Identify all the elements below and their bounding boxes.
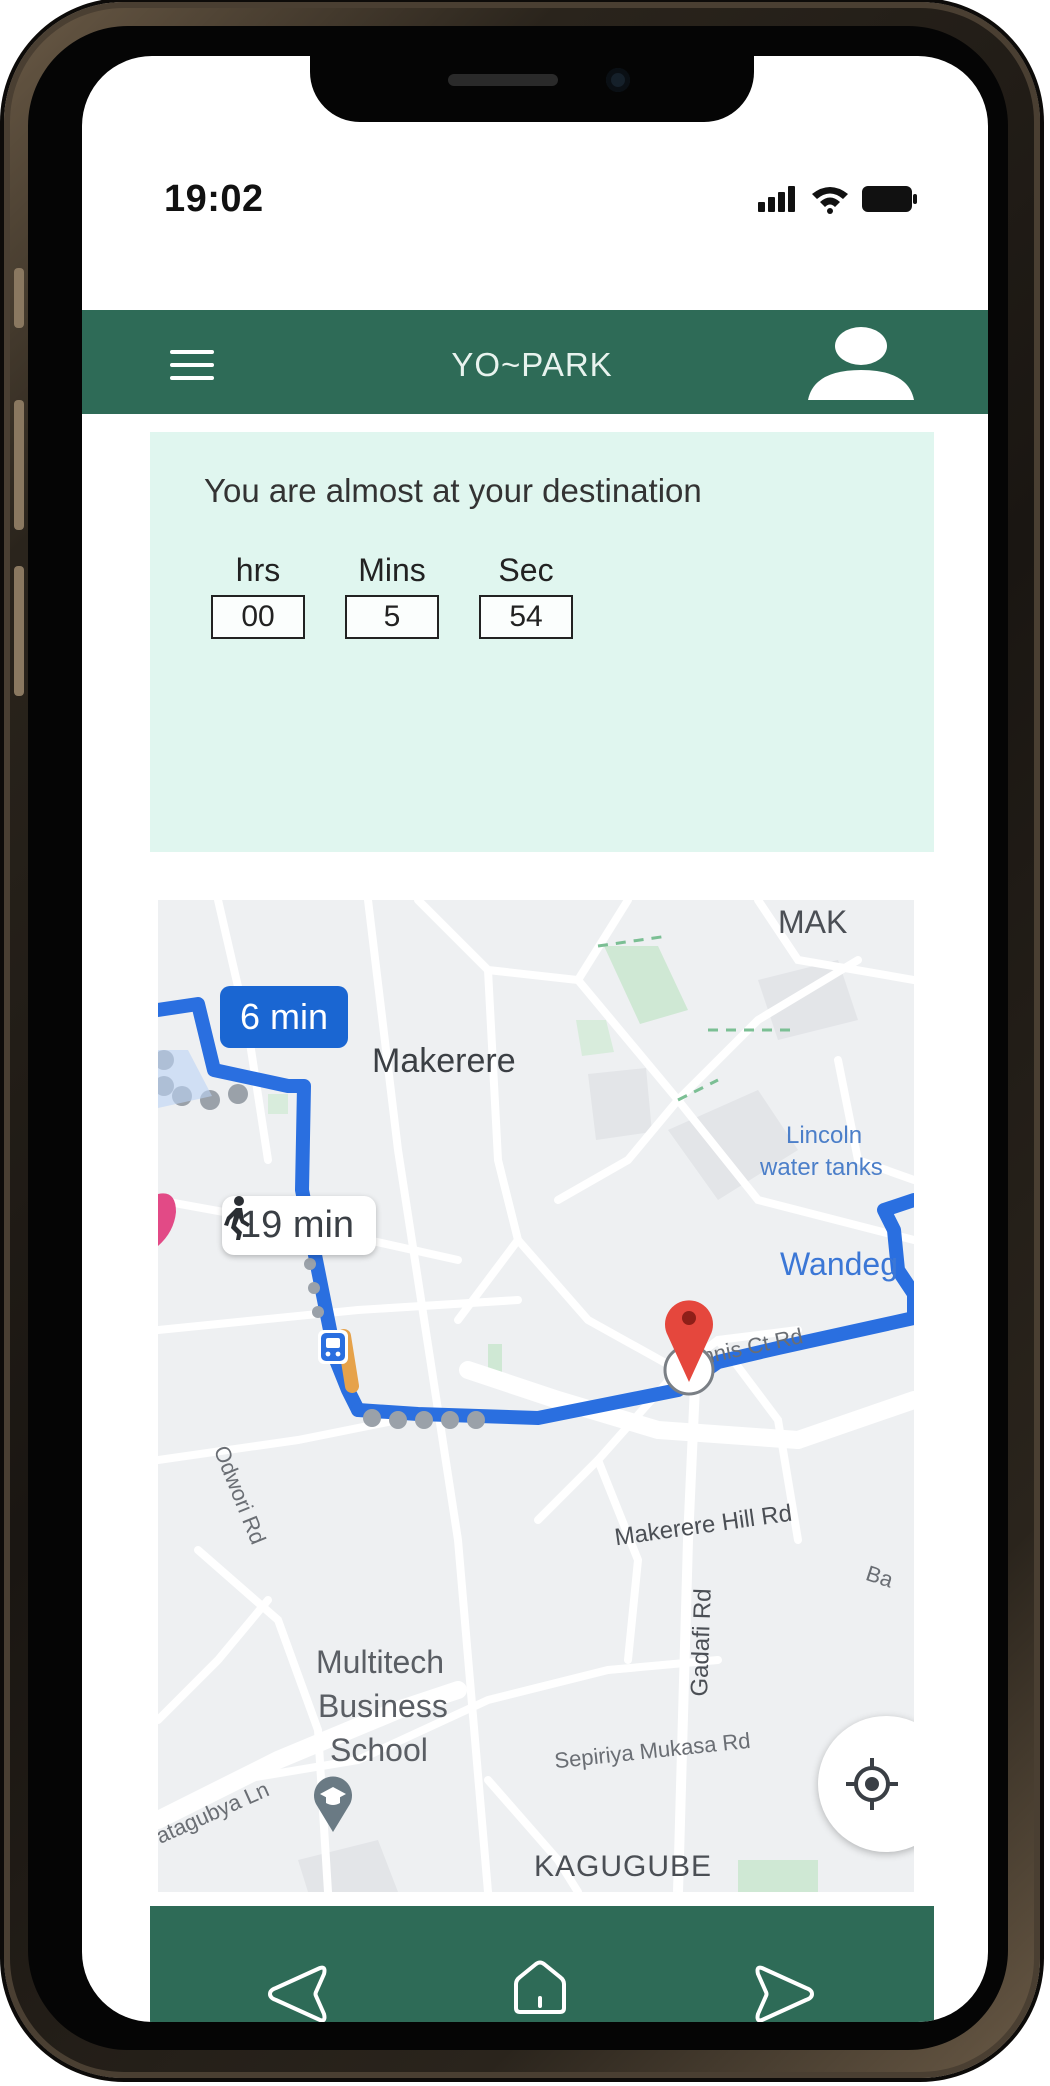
my-location-icon (846, 1758, 898, 1810)
map-base (158, 900, 914, 1892)
drive-eta-badge[interactable]: 6 min (220, 986, 349, 1048)
status-time: 19:02 (164, 178, 264, 220)
phone-side-button (14, 566, 24, 696)
destination-pin-icon[interactable] (654, 1286, 724, 1396)
timer-hours-label: hrs (235, 552, 281, 588)
walk-eta-text: 19 min (240, 1204, 355, 1246)
app-title: YO~PARK (451, 346, 613, 383)
map-label-lincoln: Lincoln (786, 1122, 863, 1149)
phone-notch (310, 56, 754, 122)
school-pin-icon[interactable] (312, 1774, 354, 1832)
map-label-wandegeya: Wandeg (780, 1246, 898, 1282)
battery-icon (862, 186, 917, 212)
map-label-water-tanks: water tanks (760, 1154, 883, 1181)
phone-screen: 19:02 YO~PARK You are almost at your des… (82, 56, 988, 2022)
walk-eta-badge[interactable]: 19 min (222, 1196, 377, 1255)
timer-seconds-label: Sec (498, 552, 554, 588)
status-icons (758, 184, 918, 214)
map-label-gadafi-rd: Gadafi Rd (686, 1588, 717, 1697)
phone-mockup: 19:02 YO~PARK You are almost at your des… (0, 0, 1050, 2086)
map-label-makerere: Makerere (372, 1042, 516, 1080)
menu-icon[interactable] (170, 350, 214, 380)
user-profile-icon[interactable] (806, 326, 916, 402)
timer-hours-value: 00 (211, 595, 305, 639)
bus-stop-icon[interactable] (318, 1330, 348, 1364)
signal-icon (758, 186, 795, 212)
walk-icon (224, 1196, 250, 1240)
timer-minutes-label: Mins (358, 552, 426, 588)
timer-minutes-value: 5 (345, 595, 439, 639)
front-camera (606, 68, 630, 92)
phone-side-button (14, 268, 24, 328)
app-header: YO~PARK (82, 310, 988, 414)
wifi-icon (812, 187, 848, 214)
speaker-grille (448, 74, 558, 86)
phone-side-button (14, 400, 24, 530)
timer-seconds: Sec 54 (478, 552, 574, 639)
map-label-multitech: Multitech (316, 1644, 445, 1680)
bottom-navigation (150, 1906, 934, 2022)
route-map[interactable]: Makerere MAK Lincoln water tanks Wandeg … (158, 900, 914, 1892)
map-label-business: Business (318, 1688, 448, 1724)
timer-minutes: Mins 5 (344, 552, 440, 639)
destination-message: You are almost at your destination (204, 472, 702, 509)
map-label-school: School (330, 1732, 428, 1768)
destination-info-panel: You are almost at your destination hrs 0… (150, 432, 934, 852)
home-icon[interactable] (502, 1950, 578, 2022)
timer-seconds-value: 54 (479, 595, 573, 639)
map-card: Makerere MAK Lincoln water tanks Wandeg … (150, 856, 934, 1906)
back-triangle-icon[interactable] (260, 1956, 336, 2022)
map-label-mak: MAK (778, 904, 848, 940)
timer-hours: hrs 00 (210, 552, 306, 639)
forward-triangle-icon[interactable] (746, 1956, 822, 2022)
map-label-kagugube: KAGUGUBE (534, 1850, 713, 1883)
